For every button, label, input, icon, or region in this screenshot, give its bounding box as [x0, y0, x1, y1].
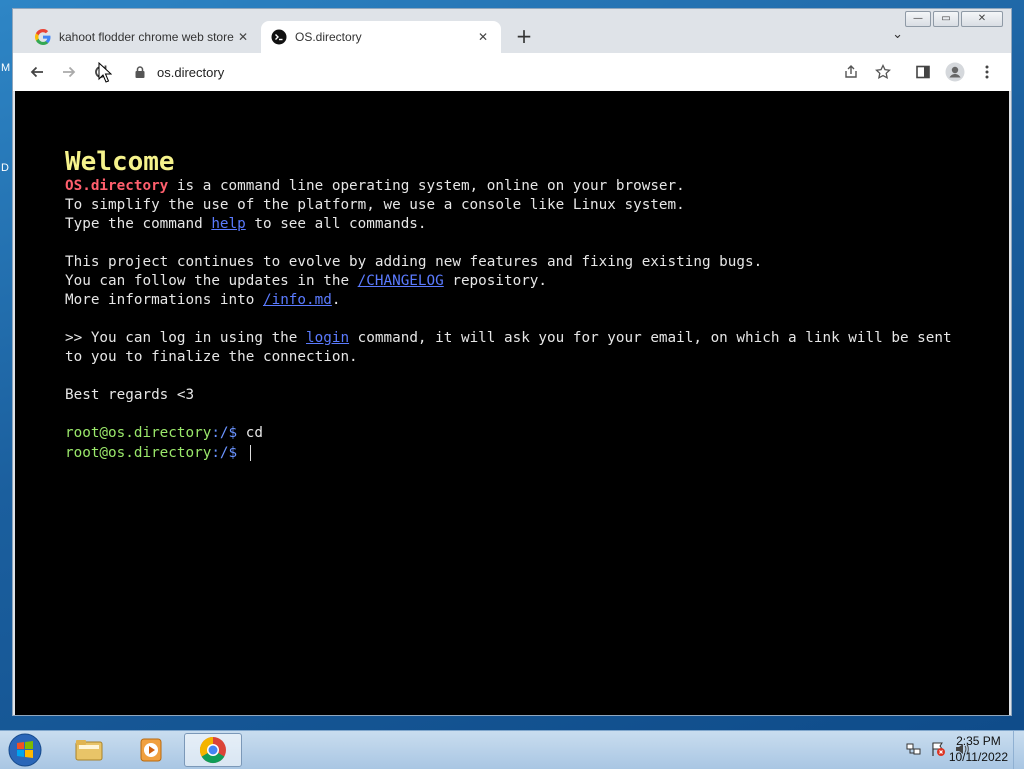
- taskbar-clock[interactable]: 2:35 PM 10/11/2022: [949, 733, 1008, 765]
- tab-title: OS.directory: [295, 30, 362, 44]
- prompt-symbol: $: [228, 425, 238, 441]
- prompt-user: root@os.directory: [65, 445, 212, 461]
- login-hint: >> You can log in using the login comman…: [65, 329, 969, 367]
- info-md-link[interactable]: /info.md: [263, 292, 332, 308]
- show-desktop-button[interactable]: [1013, 731, 1024, 769]
- taskbar-media-player-button[interactable]: [122, 733, 180, 767]
- project-text: You can follow the updates in the: [65, 273, 358, 289]
- welcome-heading: Welcome: [65, 147, 175, 177]
- lock-icon[interactable]: [133, 65, 147, 79]
- mouse-pointer-icon: [98, 62, 112, 83]
- taskbar: 2:35 PM 10/11/2022: [0, 730, 1024, 769]
- intro-line: OS.directory is a command line operating…: [65, 177, 969, 196]
- intro-text: is a command line operating system, onli…: [168, 178, 685, 194]
- menu-button[interactable]: [975, 60, 999, 84]
- chrome-icon: [199, 736, 226, 764]
- new-tab-button[interactable]: +: [513, 24, 535, 48]
- terminal-icon: [271, 29, 287, 45]
- action-center-flag-icon[interactable]: [930, 741, 946, 757]
- intro-text: Type the command: [65, 216, 212, 232]
- login-text: >> You can log in using the: [65, 330, 307, 346]
- browser-toolbar: os.directory: [13, 53, 1011, 92]
- intro-line: To simplify the use of the platform, we …: [65, 197, 685, 213]
- tab-kahoot-search[interactable]: kahoot flodder chrome web store ✕: [25, 21, 261, 53]
- prompt-user: root@os.directory: [65, 425, 212, 441]
- back-button[interactable]: [25, 60, 49, 84]
- media-player-icon: [140, 738, 162, 762]
- address-url[interactable]: os.directory: [157, 65, 224, 80]
- prompt-line-active[interactable]: root@os.directory:/$: [65, 444, 969, 463]
- project-line: This project continues to evolve by addi…: [65, 254, 763, 270]
- taskbar-explorer-button[interactable]: [60, 733, 118, 767]
- intro-text: to see all commands.: [245, 216, 427, 232]
- clock-time: 2:35 PM: [956, 734, 1001, 748]
- help-link[interactable]: help: [211, 216, 245, 232]
- forward-arrow-icon: [63, 66, 76, 78]
- side-panel-button[interactable]: [911, 60, 935, 84]
- tab-os-directory[interactable]: OS.directory ✕: [261, 21, 501, 53]
- terminal-output[interactable]: Welcome OS.directory is a command line o…: [65, 147, 969, 463]
- forward-button[interactable]: [57, 60, 81, 84]
- project-line: More informations into /info.md.: [65, 291, 969, 310]
- close-button[interactable]: ✕: [961, 11, 1003, 27]
- changelog-link[interactable]: /CHANGELOG: [358, 273, 444, 289]
- project-text: .: [331, 292, 341, 308]
- share-icon: [845, 65, 857, 78]
- window-controls: — ▭ ✕: [905, 11, 1003, 27]
- avatar-icon: [945, 62, 965, 82]
- taskbar-chrome-button[interactable]: [184, 733, 242, 767]
- login-link[interactable]: login: [306, 330, 349, 346]
- side-panel-icon: [916, 65, 930, 79]
- prompt-path: :/: [211, 445, 229, 461]
- desktop-edge-text: M: [1, 62, 11, 74]
- minimize-button[interactable]: —: [905, 11, 931, 27]
- share-button[interactable]: [839, 60, 863, 84]
- star-icon: [875, 64, 891, 80]
- desktop-edge-text: D: [1, 162, 9, 174]
- prompt-command: cd: [245, 425, 263, 441]
- start-button[interactable]: [4, 733, 46, 767]
- windows-logo-icon: [8, 733, 42, 767]
- google-icon: [35, 29, 51, 45]
- tab-strip: kahoot flodder chrome web store ✕ OS.dir…: [13, 9, 1011, 53]
- page-viewport[interactable]: Welcome OS.directory is a command line o…: [15, 91, 1009, 715]
- folder-icon: [75, 740, 103, 761]
- browser-window: kahoot flodder chrome web store ✕ OS.dir…: [12, 8, 1012, 716]
- tab-close-icon[interactable]: ✕: [475, 30, 491, 44]
- project-text: More informations into: [65, 292, 263, 308]
- profile-button[interactable]: [943, 60, 967, 84]
- tab-close-icon[interactable]: ✕: [235, 30, 251, 44]
- brand-name: OS.directory: [65, 178, 169, 194]
- intro-line: Type the command help to see all command…: [65, 215, 969, 234]
- tab-search-icon[interactable]: ⌄: [892, 27, 903, 42]
- maximize-button[interactable]: ▭: [933, 11, 959, 27]
- kebab-menu-icon: [985, 65, 989, 79]
- network-icon[interactable]: [906, 741, 922, 757]
- clock-date: 10/11/2022: [948, 750, 1008, 764]
- text-caret: [249, 445, 251, 461]
- project-line: You can follow the updates in the /CHANG…: [65, 272, 969, 291]
- bookmark-button[interactable]: [871, 60, 895, 84]
- tab-title: kahoot flodder chrome web store: [59, 30, 234, 44]
- prompt-line: root@os.directory:/$ cd: [65, 424, 969, 443]
- back-arrow-icon: [30, 66, 43, 78]
- prompt-symbol: $: [228, 445, 238, 461]
- address-bar[interactable]: os.directory: [123, 59, 833, 85]
- prompt-path: :/: [211, 425, 229, 441]
- regards-line: Best regards <3: [65, 387, 195, 403]
- project-text: repository.: [443, 273, 548, 289]
